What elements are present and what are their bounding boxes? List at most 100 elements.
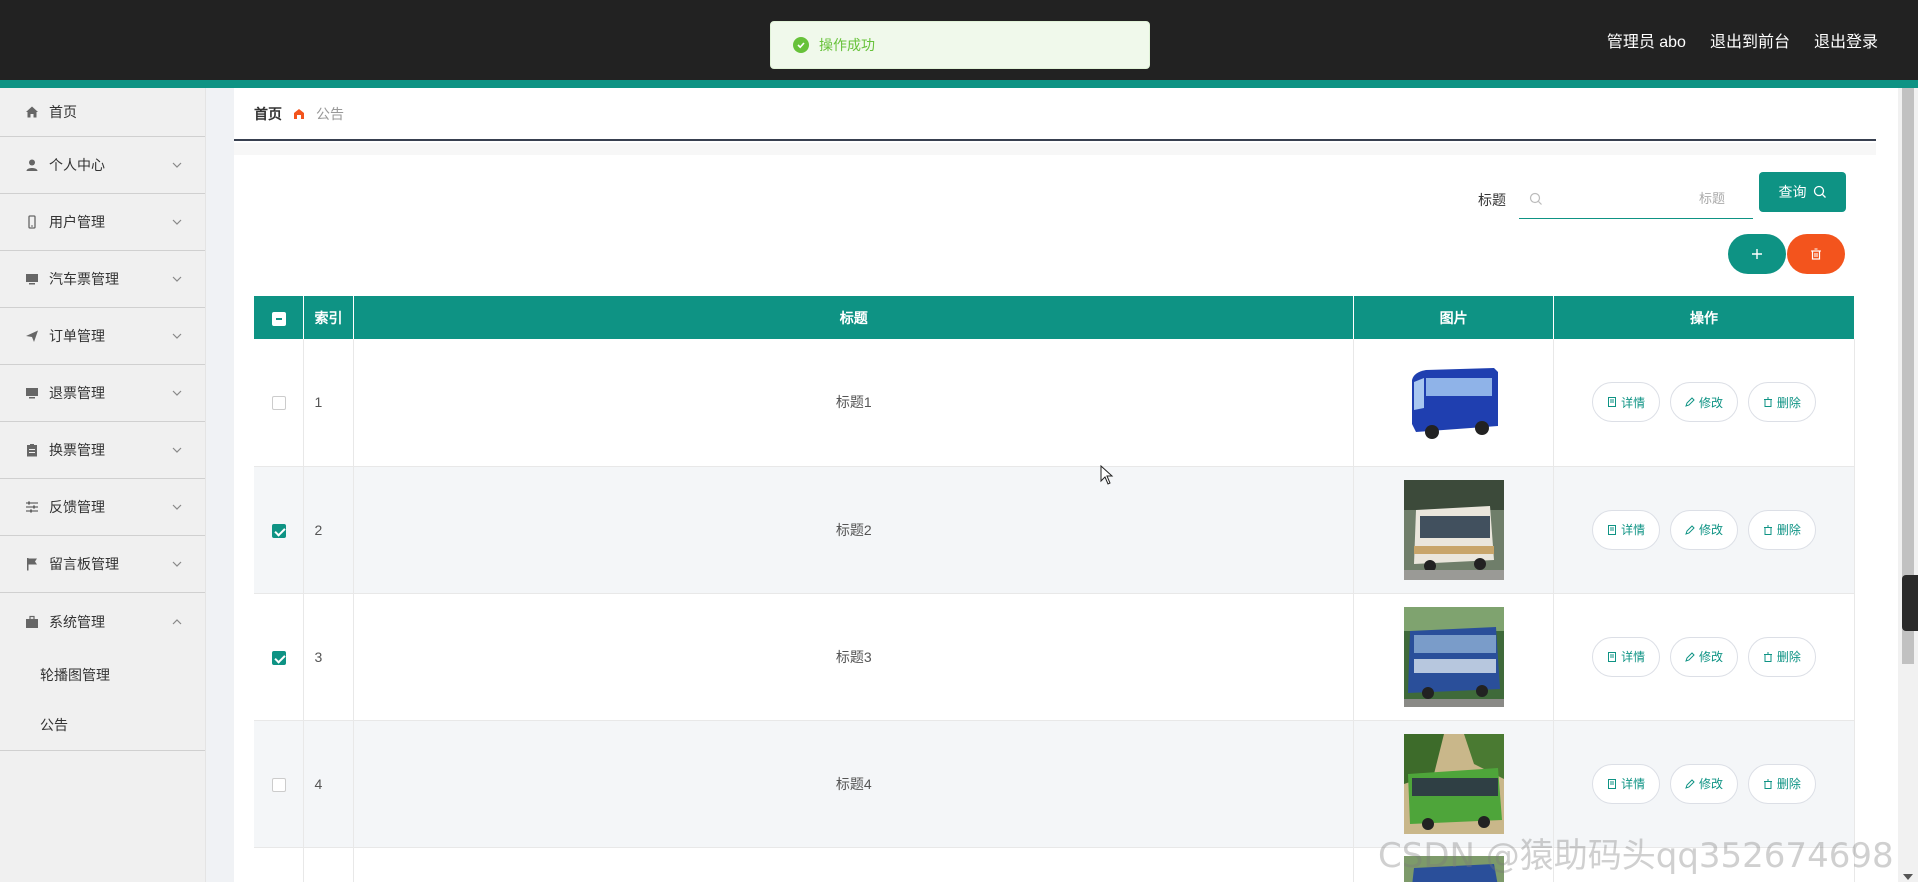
edit-button[interactable]: 修改 [1670, 636, 1739, 677]
row-actions: 详情 修改 删除 [1553, 339, 1855, 467]
briefcase-icon [24, 614, 40, 630]
edit-icon [1685, 524, 1695, 535]
row-image-cell [1353, 593, 1555, 721]
plus-icon [1752, 249, 1762, 259]
delete-label: 删除 [1776, 777, 1801, 791]
header-title: 标题 [353, 296, 1355, 339]
back-to-front-link[interactable]: 退出到前台 [1710, 28, 1790, 52]
edit-icon [1685, 778, 1695, 789]
row-select-cell [254, 847, 305, 882]
sidebar-item-order-management[interactable]: 订单管理 [0, 308, 205, 365]
sidebar: 首页 个人中心 用户管理 汽车票管理 订单管理 退票管理 换票管理 反馈管理 留… [0, 88, 206, 882]
row-image-cell [1353, 339, 1555, 467]
detail-button[interactable]: 详情 [1592, 509, 1661, 550]
document-icon [1608, 778, 1617, 789]
send-icon [24, 328, 40, 344]
sidebar-item-refund-management[interactable]: 退票管理 [0, 365, 205, 422]
delete-button[interactable]: 删除 [1747, 509, 1816, 550]
scroll-down-arrow-icon[interactable] [1903, 874, 1913, 880]
header-index: 索引 [303, 296, 355, 339]
check-circle-icon [793, 37, 809, 53]
page-scrollbar[interactable] [1898, 88, 1918, 882]
row-actions: 详情 修改 删除 [1553, 466, 1855, 594]
row-title [353, 847, 1355, 882]
side-widget-tab[interactable] [1902, 575, 1918, 631]
sidebar-item-message-board-management[interactable]: 留言板管理 [0, 536, 205, 593]
header-image: 图片 [1353, 296, 1555, 339]
detail-button[interactable]: 详情 [1592, 636, 1661, 677]
edit-button[interactable]: 修改 [1670, 763, 1739, 804]
row-image-cell [1353, 466, 1555, 594]
bus-thumbnail[interactable] [1403, 733, 1504, 834]
sidebar-item-system-management[interactable]: 系统管理 [0, 593, 205, 650]
table-header-row: 索引 标题 图片 操作 [254, 296, 1855, 339]
sliders-icon [24, 499, 40, 515]
row-checkbox[interactable] [271, 777, 286, 792]
add-button[interactable] [1728, 234, 1786, 274]
table-row: 1 标题1 详情 修改 删除 [254, 339, 1855, 467]
breadcrumb-home[interactable]: 首页 [254, 104, 282, 124]
detail-label: 详情 [1621, 523, 1646, 537]
detail-label: 详情 [1621, 395, 1646, 410]
bus-thumbnail[interactable] [1403, 606, 1504, 707]
sidebar-subitem-announcement[interactable]: 公告 [0, 700, 205, 750]
batch-delete-button[interactable] [1787, 234, 1845, 274]
chevron-down-icon [172, 390, 182, 396]
row-checkbox[interactable] [271, 396, 286, 411]
delete-button[interactable]: 删除 [1747, 763, 1816, 804]
edit-label: 修改 [1699, 395, 1724, 410]
row-title: 标题2 [353, 466, 1355, 594]
detail-button[interactable]: 详情 [1592, 763, 1661, 804]
select-all-header[interactable] [254, 296, 305, 339]
select-all-checkbox[interactable] [271, 311, 286, 326]
row-checkbox[interactable] [271, 650, 286, 665]
sidebar-item-label: 订单管理 [49, 328, 105, 344]
search-icon [1529, 192, 1542, 205]
search-input[interactable] [1543, 191, 1743, 206]
edit-button[interactable]: 修改 [1670, 382, 1739, 423]
sidebar-item-personal-center[interactable]: 个人中心 [0, 137, 205, 194]
breadcrumb-current: 公告 [316, 105, 344, 122]
home-icon [24, 104, 40, 120]
sidebar-item-label: 首页 [49, 104, 77, 120]
row-select-cell [254, 339, 305, 467]
logout-link[interactable]: 退出登录 [1814, 28, 1878, 52]
sidebar-item-label: 换票管理 [49, 442, 105, 458]
table-row: 2 标题2 详情 修改 删除 [254, 466, 1855, 594]
chevron-down-icon [172, 276, 182, 282]
announcement-table: 索引 标题 图片 操作 1 标题1 详情 修改 删除 2 标题2 详情 修改 删… [254, 296, 1855, 882]
clipboard-icon [24, 442, 40, 458]
row-index [303, 847, 355, 882]
chevron-down-icon [172, 162, 182, 168]
table-row: 3 标题3 详情 修改 删除 [254, 593, 1855, 721]
delete-button[interactable]: 删除 [1747, 382, 1816, 423]
row-checkbox[interactable] [271, 523, 286, 538]
edit-button[interactable]: 修改 [1670, 509, 1739, 550]
detail-label: 详情 [1621, 650, 1646, 664]
edit-icon [1685, 651, 1695, 662]
sidebar-item-home[interactable]: 首页 [0, 88, 205, 137]
sidebar-item-feedback-management[interactable]: 反馈管理 [0, 479, 205, 536]
sidebar-item-label: 用户管理 [49, 214, 105, 230]
row-title: 标题1 [353, 339, 1355, 467]
row-index: 1 [303, 339, 355, 467]
sidebar-subitem-carousel[interactable]: 轮播图管理 [0, 650, 205, 700]
detail-label: 详情 [1621, 777, 1646, 791]
trash-icon [1763, 779, 1772, 789]
row-title: 标题3 [353, 593, 1355, 721]
sidebar-item-exchange-management[interactable]: 换票管理 [0, 422, 205, 479]
bus-thumbnail[interactable] [1403, 479, 1504, 580]
delete-button[interactable]: 删除 [1747, 636, 1816, 677]
row-select-cell [254, 720, 305, 848]
sidebar-item-user-management[interactable]: 用户管理 [0, 194, 205, 251]
breadcrumb-spacer [234, 143, 1876, 155]
watermark-text: CSDN @猿助码头qq352674698 [1378, 836, 1894, 876]
edit-label: 修改 [1699, 777, 1724, 791]
row-index: 4 [303, 720, 355, 848]
sidebar-item-bus-ticket-management[interactable]: 汽车票管理 [0, 251, 205, 308]
chevron-down-icon [172, 333, 182, 339]
bus-thumbnail[interactable] [1403, 352, 1504, 453]
detail-button[interactable]: 详情 [1592, 382, 1661, 423]
breadcrumb-separator-icon [292, 107, 306, 121]
search-button[interactable]: 查询 [1759, 172, 1846, 212]
